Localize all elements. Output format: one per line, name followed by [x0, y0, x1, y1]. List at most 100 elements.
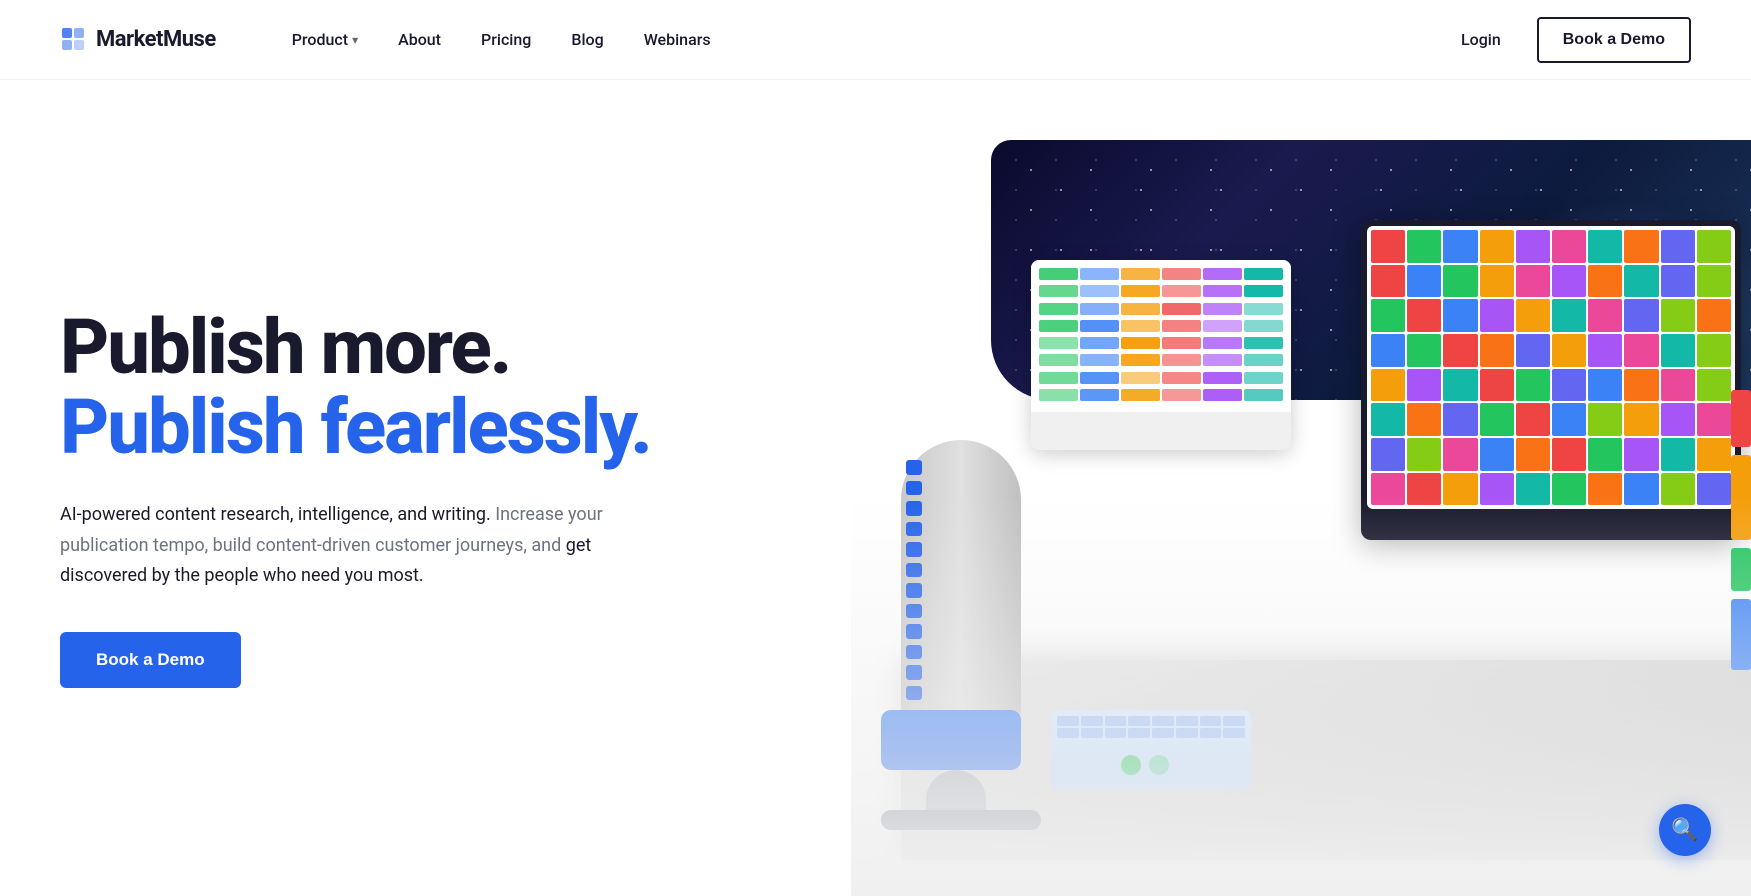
grid-cell [1552, 230, 1586, 263]
grid-cell [1371, 438, 1405, 471]
monitor-cell [1162, 354, 1201, 366]
blue-dot [906, 481, 922, 496]
monitor-cell [1162, 337, 1201, 349]
grid-cell [1443, 438, 1477, 471]
grid-cell [1516, 230, 1550, 263]
monitor-cell [1203, 337, 1242, 349]
monitor-cell [1244, 337, 1283, 349]
grid-cell [1661, 299, 1695, 332]
monitor-cell [1162, 372, 1201, 384]
grid-cell [1552, 438, 1586, 471]
grid-cell [1588, 334, 1622, 367]
grid-cell [1480, 403, 1514, 436]
grid-cell [1516, 265, 1550, 298]
monitor-cell [1039, 285, 1078, 297]
monitor-cell [1039, 389, 1078, 401]
grid-cell [1443, 265, 1477, 298]
hero-description-static: AI-powered content research, intelligenc… [60, 504, 491, 525]
book-demo-nav-button[interactable]: Book a Demo [1537, 17, 1691, 63]
monitor-cell [1162, 303, 1201, 315]
grid-cell [1697, 299, 1731, 332]
monitor-cell [1121, 268, 1160, 280]
monitor-cell [1121, 285, 1160, 297]
grid-cell [1588, 230, 1622, 263]
search-fab-button[interactable]: 🔍 [1659, 804, 1711, 856]
nav-about[interactable]: About [382, 22, 457, 57]
monitor-cell [1080, 354, 1119, 366]
grid-cell [1697, 265, 1731, 298]
monitor-cell [1203, 303, 1242, 315]
grid-cell [1624, 438, 1658, 471]
monitor-cell [1121, 337, 1160, 349]
monitor-cell [1121, 320, 1160, 332]
grid-cell [1661, 334, 1695, 367]
monitor-cell [1244, 285, 1283, 297]
grid-cell [1661, 403, 1695, 436]
navbar: MarketMuse Product ▾ About Pricing Blog … [0, 0, 1751, 80]
monitor-cell [1203, 268, 1242, 280]
grid-cell [1407, 299, 1441, 332]
grid-cell [1371, 299, 1405, 332]
grid-cell [1407, 265, 1441, 298]
grid-cell [1371, 403, 1405, 436]
hero-title-line1: Publish more. [60, 308, 660, 388]
grid-cell [1697, 230, 1731, 263]
panel-bar [1731, 390, 1751, 447]
logo[interactable]: MarketMuse [60, 26, 216, 54]
grid-cell [1480, 369, 1514, 402]
monitor-cell [1244, 372, 1283, 384]
nav-blog[interactable]: Blog [555, 22, 619, 57]
grid-cell [1661, 369, 1695, 402]
monitor-cell [1039, 372, 1078, 384]
grid-cell [1624, 265, 1658, 298]
book-demo-hero-button[interactable]: Book a Demo [60, 632, 241, 688]
grid-cell [1661, 438, 1695, 471]
monitor-cell [1080, 389, 1119, 401]
chevron-down-icon: ▾ [352, 33, 358, 47]
grid-cell [1407, 334, 1441, 367]
monitor-cell [1080, 268, 1119, 280]
nav-pricing[interactable]: Pricing [465, 22, 547, 57]
grid-cell [1552, 265, 1586, 298]
grid-cell [1480, 265, 1514, 298]
grid-cell [1443, 334, 1477, 367]
hero-title-line2: Publish fearlessly. [60, 388, 660, 468]
grid-cell [1552, 299, 1586, 332]
grid-cell [1480, 230, 1514, 263]
monitor-cell [1039, 320, 1078, 332]
nav-actions: Login Book a Demo [1445, 17, 1691, 63]
nav-webinars[interactable]: Webinars [628, 22, 727, 57]
grid-cell [1661, 265, 1695, 298]
grid-cell [1588, 403, 1622, 436]
grid-cell [1407, 438, 1441, 471]
grid-cell [1624, 369, 1658, 402]
monitor-cell [1244, 268, 1283, 280]
grid-cell [1588, 438, 1622, 471]
grid-cell [1371, 230, 1405, 263]
search-icon: 🔍 [1671, 818, 1698, 843]
nav-product[interactable]: Product ▾ [276, 22, 374, 57]
grid-cell [1443, 403, 1477, 436]
grid-cell [1480, 334, 1514, 367]
monitor-cell [1244, 389, 1283, 401]
monitor-cell [1080, 303, 1119, 315]
monitor-screen-1 [1031, 260, 1291, 412]
grid-cell [1516, 299, 1550, 332]
monitor-cell [1121, 354, 1160, 366]
monitor-cell [1203, 320, 1242, 332]
monitor-cell [1203, 354, 1242, 366]
grid-cell [1552, 403, 1586, 436]
monitor-cell [1203, 285, 1242, 297]
grid-cell [1371, 369, 1405, 402]
monitor-cell [1039, 354, 1078, 366]
grid-cell [1407, 369, 1441, 402]
grid-cell [1407, 403, 1441, 436]
monitor-cell [1162, 285, 1201, 297]
grid-cell [1480, 438, 1514, 471]
bg-gradient [851, 496, 1751, 896]
login-button[interactable]: Login [1445, 22, 1517, 57]
monitor-cell [1162, 320, 1201, 332]
monitor-cell [1244, 303, 1283, 315]
grid-cell [1624, 403, 1658, 436]
grid-cell [1697, 334, 1731, 367]
